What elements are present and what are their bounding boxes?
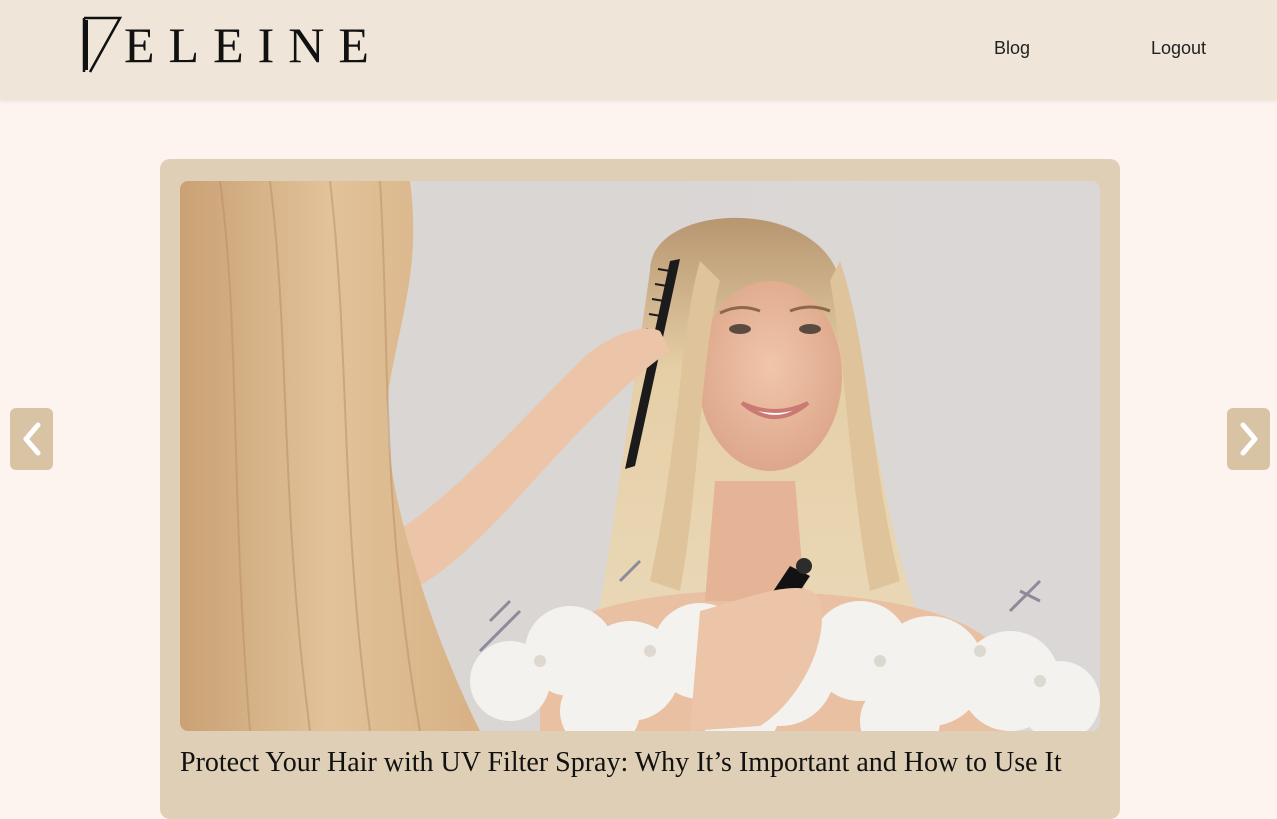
logo-text: ELEINE xyxy=(124,17,383,73)
nav-logout-link[interactable]: Logout xyxy=(1151,38,1206,59)
logo-d-mark xyxy=(82,16,123,73)
nav-blog-link[interactable]: Blog xyxy=(994,38,1030,59)
brand-logo[interactable]: ELEINE xyxy=(80,14,383,76)
carousel-next-button[interactable] xyxy=(1227,408,1270,470)
post-hero-image[interactable] xyxy=(180,181,1100,731)
featured-post-card[interactable]: Protect Your Hair with UV Filter Spray: … xyxy=(160,159,1120,819)
chevron-right-icon xyxy=(1240,422,1257,456)
carousel-prev-button[interactable] xyxy=(10,408,53,470)
site-header: ELEINE Blog Logout xyxy=(0,0,1277,100)
post-title[interactable]: Protect Your Hair with UV Filter Spray: … xyxy=(180,747,1110,779)
chevron-left-icon xyxy=(23,422,40,456)
hero-photo xyxy=(180,181,1100,731)
